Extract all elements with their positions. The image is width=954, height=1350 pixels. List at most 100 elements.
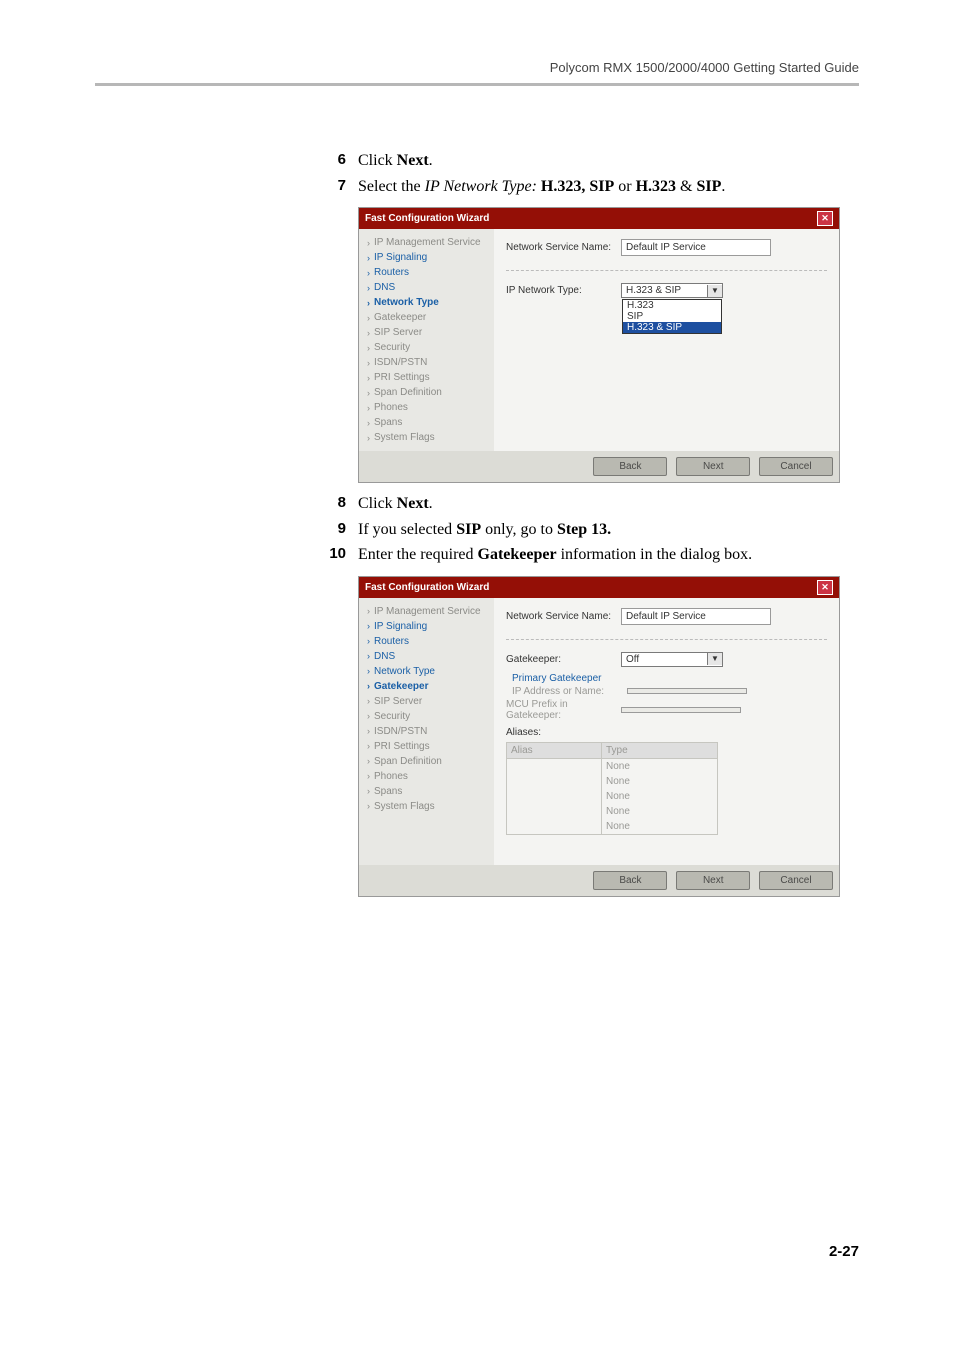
service-name-input[interactable]: Default IP Service bbox=[621, 608, 771, 625]
dropdown-option[interactable]: H.323 bbox=[623, 300, 721, 311]
nav-label: Spans bbox=[374, 786, 402, 797]
nav-label: Gatekeeper bbox=[374, 681, 428, 692]
nav-spans[interactable]: ›Spans bbox=[359, 784, 494, 799]
table-row: None bbox=[507, 774, 717, 789]
nav-isdn[interactable]: ›ISDN/PSTN bbox=[359, 724, 494, 739]
wizard-main: Network Service Name: Default IP Service… bbox=[494, 598, 839, 865]
nav-phones[interactable]: ›Phones bbox=[359, 400, 494, 415]
text: Select the bbox=[358, 178, 425, 195]
close-icon[interactable]: ✕ bbox=[817, 211, 833, 226]
chevron-icon: › bbox=[367, 606, 370, 616]
nav-sip-server[interactable]: ›SIP Server bbox=[359, 325, 494, 340]
step-text: If you selected SIP only, go to Step 13. bbox=[358, 519, 859, 541]
nav-sip-server[interactable]: ›SIP Server bbox=[359, 694, 494, 709]
nav-gatekeeper[interactable]: ›Gatekeeper bbox=[359, 310, 494, 325]
chevron-down-icon[interactable]: ▼ bbox=[707, 653, 722, 665]
dropdown-option-selected[interactable]: H.323 & SIP bbox=[623, 322, 721, 333]
dropdown-list: H.323 SIP H.323 & SIP bbox=[622, 299, 722, 334]
ip-address-input[interactable] bbox=[627, 688, 747, 694]
back-button[interactable]: Back bbox=[593, 457, 667, 476]
row-ip-address: IP Address or Name: bbox=[512, 686, 827, 697]
aliases-table: Alias Type None None None None None bbox=[506, 742, 718, 835]
cancel-button[interactable]: Cancel bbox=[759, 871, 833, 890]
nav-ip-signaling[interactable]: ›IP Signaling bbox=[359, 619, 494, 634]
wizard-title-text: Fast Configuration Wizard bbox=[365, 582, 489, 593]
ip-network-type-select[interactable]: H.323 & SIP ▼ H.323 SIP H.323 & SIP bbox=[621, 283, 723, 298]
nav-security[interactable]: › Security bbox=[359, 709, 494, 724]
close-icon[interactable]: ✕ bbox=[817, 580, 833, 595]
chevron-icon: › bbox=[367, 756, 370, 766]
step-number: 8 bbox=[320, 493, 346, 513]
cancel-button[interactable]: Cancel bbox=[759, 457, 833, 476]
back-button[interactable]: Back bbox=[593, 871, 667, 890]
nav-network-type[interactable]: ›Network Type bbox=[359, 295, 494, 310]
nav-label: Security bbox=[374, 711, 410, 722]
step-6: 6 Click Next. bbox=[320, 150, 859, 172]
mcu-prefix-input[interactable] bbox=[621, 707, 741, 713]
label-mcu-prefix: MCU Prefix in Gatekeeper: bbox=[506, 699, 621, 721]
nav-label: DNS bbox=[374, 282, 395, 293]
next-button[interactable]: Next bbox=[676, 457, 750, 476]
nav-routers[interactable]: ›Routers bbox=[359, 265, 494, 280]
nav-pri[interactable]: ›PRI Settings bbox=[359, 739, 494, 754]
wizard-nav: ›IP Management Service ›IP Signaling ›Ro… bbox=[359, 598, 494, 865]
text: If you selected bbox=[358, 521, 456, 538]
chevron-icon: › bbox=[367, 343, 370, 353]
chevron-icon: › bbox=[367, 636, 370, 646]
dropdown-option[interactable]: SIP bbox=[623, 311, 721, 322]
text: only, go to bbox=[481, 521, 557, 538]
chevron-icon: › bbox=[367, 358, 370, 368]
nav-label: IP Management Service bbox=[374, 237, 481, 248]
nav-security[interactable]: ›Security bbox=[359, 340, 494, 355]
nav-network-type[interactable]: ›Network Type bbox=[359, 664, 494, 679]
nav-isdn[interactable]: ›ISDN/PSTN bbox=[359, 355, 494, 370]
nav-routers[interactable]: ›Routers bbox=[359, 634, 494, 649]
nav-label: System Flags bbox=[374, 801, 435, 812]
service-name-input[interactable]: Default IP Service bbox=[621, 239, 771, 256]
wizard-titlebar: Fast Configuration Wizard ✕ bbox=[359, 208, 839, 229]
label-service-name: Network Service Name: bbox=[506, 611, 621, 622]
nav-dns[interactable]: ›DNS bbox=[359, 280, 494, 295]
nav-system-flags[interactable]: ›System Flags bbox=[359, 799, 494, 814]
nav-pri[interactable]: ›PRI Settings bbox=[359, 370, 494, 385]
step-10: 10 Enter the required Gatekeeper informa… bbox=[320, 544, 859, 566]
wizard-footer: Back Next Cancel bbox=[359, 865, 839, 896]
chevron-icon: › bbox=[367, 681, 370, 691]
row-service-name: Network Service Name: Default IP Service bbox=[506, 608, 827, 625]
select-value: Off bbox=[622, 653, 707, 666]
chevron-down-icon[interactable]: ▼ bbox=[707, 285, 722, 297]
cell-type: None bbox=[602, 774, 717, 789]
text: . bbox=[721, 178, 725, 195]
chevron-icon: › bbox=[367, 403, 370, 413]
page-header: Polycom RMX 1500/2000/4000 Getting Start… bbox=[95, 60, 859, 83]
label-ip-address: IP Address or Name: bbox=[512, 686, 627, 697]
nav-label: Phones bbox=[374, 771, 408, 782]
nav-dns[interactable]: ›DNS bbox=[359, 649, 494, 664]
wizard-main: Network Service Name: Default IP Service… bbox=[494, 229, 839, 451]
nav-spans[interactable]: ›Spans bbox=[359, 415, 494, 430]
nav-ip-mgmt[interactable]: ›IP Management Service bbox=[359, 235, 494, 250]
nav-label: ISDN/PSTN bbox=[374, 726, 427, 737]
chevron-icon: › bbox=[367, 711, 370, 721]
text: . bbox=[429, 495, 433, 512]
nav-phones[interactable]: › Phones bbox=[359, 769, 494, 784]
chevron-icon: › bbox=[367, 696, 370, 706]
gatekeeper-select[interactable]: Off ▼ bbox=[621, 652, 723, 667]
nav-ip-signaling[interactable]: ›IP Signaling bbox=[359, 250, 494, 265]
step-number: 6 bbox=[320, 150, 346, 170]
next-button[interactable]: Next bbox=[676, 871, 750, 890]
nav-span-def[interactable]: ›Span Definition bbox=[359, 754, 494, 769]
chevron-icon: › bbox=[367, 771, 370, 781]
wizard-nav: ›IP Management Service ›IP Signaling ›Ro… bbox=[359, 229, 494, 451]
chevron-icon: › bbox=[367, 328, 370, 338]
nav-label: Spans bbox=[374, 417, 402, 428]
nav-system-flags[interactable]: ›System Flags bbox=[359, 430, 494, 445]
row-service-name: Network Service Name: Default IP Service bbox=[506, 239, 827, 256]
text-bold: H.323, SIP bbox=[541, 178, 614, 195]
nav-gatekeeper[interactable]: › Gatekeeper bbox=[359, 679, 494, 694]
select-value: H.323 & SIP bbox=[622, 284, 707, 297]
nav-ip-mgmt[interactable]: ›IP Management Service bbox=[359, 604, 494, 619]
nav-span-def[interactable]: ›Span Definition bbox=[359, 385, 494, 400]
col-alias: Alias bbox=[507, 743, 602, 759]
chevron-icon: › bbox=[367, 621, 370, 631]
